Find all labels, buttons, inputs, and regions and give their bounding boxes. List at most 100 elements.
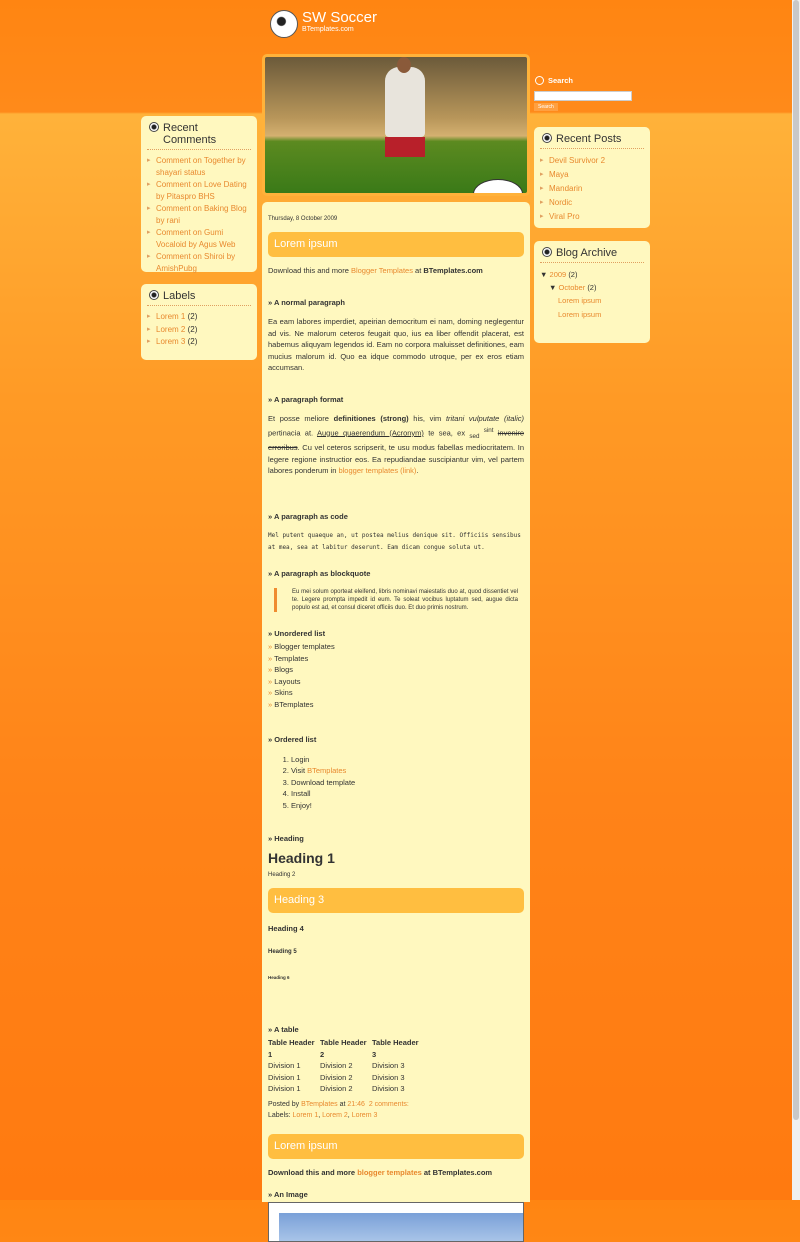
label-link[interactable]: Lorem 2	[322, 1112, 348, 1119]
header-banner-image	[262, 54, 530, 196]
ordered-list: Login Visit BTemplates Download template…	[291, 754, 524, 812]
author-link[interactable]: BTemplates	[301, 1101, 338, 1108]
table-header: Table Header 3	[372, 1038, 419, 1059]
comment-link[interactable]: Comment on Baking Blog by rani	[156, 204, 247, 225]
post-footer: Posted by BTemplates at 21:46 2 comments…	[268, 1100, 409, 1120]
label-link[interactable]: Lorem 2	[156, 325, 185, 334]
section-heading: » Ordered list	[268, 735, 317, 744]
list-item: Lorem 3 (2)	[147, 336, 251, 348]
list-item: Comment on Shiroi by AmishPubg	[147, 251, 251, 274]
search-widget: Search Search	[534, 76, 650, 111]
collapse-toggle-icon[interactable]: ▼	[549, 283, 556, 292]
section-heading: » An Image	[268, 1189, 308, 1199]
archive-post-link[interactable]: Lorem ipsum	[558, 310, 601, 319]
section-heading: » A table	[268, 1024, 299, 1034]
blog-title[interactable]: SW Soccer	[302, 9, 377, 26]
search-input[interactable]	[534, 91, 632, 101]
soccer-ball-icon	[542, 247, 552, 257]
permalink[interactable]: 21:46	[347, 1101, 365, 1108]
comment-link[interactable]: Comment on Shiroi by AmishPubg	[156, 252, 235, 273]
intro-text: Download this and more Blogger Templates…	[268, 266, 483, 275]
heading-1: Heading 1	[268, 849, 335, 866]
comment-link[interactable]: Comment on Together by shayari status	[156, 156, 246, 177]
post-link[interactable]: Mandarin	[549, 184, 582, 193]
post-link[interactable]: Maya	[549, 170, 569, 179]
list-item: Comment on Together by shayari status	[147, 155, 251, 178]
scrollbar[interactable]	[792, 0, 800, 1200]
list-item: BTemplates	[268, 699, 524, 711]
archive-post-link[interactable]: Lorem ipsum	[558, 296, 601, 305]
scrollbar-thumb[interactable]	[793, 0, 799, 1120]
comments-link[interactable]: 2 comments:	[369, 1101, 409, 1108]
archive-year-link[interactable]: 2009	[550, 270, 567, 279]
player-figure	[385, 57, 425, 157]
blockquote: Eu mei solum oporteat eleifend, libris n…	[274, 587, 518, 612]
label-count: (2)	[187, 324, 198, 334]
comment-link[interactable]: Comment on Love Dating by Pitaspro BHS	[156, 180, 247, 201]
list-item: Templates	[268, 653, 524, 665]
label-link[interactable]: Lorem 1	[156, 312, 185, 321]
list-item: Viral Pro	[540, 210, 644, 223]
format-paragraph: Et posse meliore definitiones (strong) h…	[268, 414, 524, 475]
blog-subtitle: BTemplates.com	[302, 26, 354, 33]
blog-header: SW Soccer BTemplates.com	[268, 6, 438, 46]
table-header: Table Header 1	[268, 1038, 315, 1059]
post-date: Thursday, 8 October 2009	[268, 216, 338, 222]
table-row: Division 1 Division 2 Division 3	[268, 1061, 405, 1070]
blogger-templates-link[interactable]: Blogger Templates	[351, 266, 413, 275]
blogger-templates-link[interactable]: blogger templates	[357, 1168, 422, 1177]
list-item: Lorem 1 (2)	[147, 311, 251, 323]
post-image	[268, 1202, 524, 1242]
heading-6: Heading 6	[268, 975, 290, 980]
list-item: Mandarin	[540, 182, 644, 195]
list-item: Comment on Baking Blog by rani	[147, 203, 251, 226]
list-item: Download template	[291, 777, 524, 789]
collapse-toggle-icon[interactable]: ▼	[540, 270, 547, 279]
label-count: (2)	[187, 312, 198, 321]
archive-month-link[interactable]: October	[559, 283, 586, 292]
post-title[interactable]: Lorem ipsum	[268, 1133, 524, 1159]
label-link[interactable]: Lorem 1	[293, 1112, 319, 1119]
label-link[interactable]: Lorem 3	[156, 337, 185, 346]
data-table: Table Header 1 Table Header 2 Table Header…	[268, 1037, 424, 1095]
widget-title: Recent Posts	[556, 133, 622, 145]
heading-5: Heading 5	[268, 948, 297, 955]
list-item: Skins	[268, 687, 524, 699]
section-heading: » Heading	[268, 834, 304, 843]
widget-title: Recent Comments	[163, 122, 217, 146]
table-row: Division 1 Division 2 Division 3	[268, 1072, 405, 1082]
section-heading: » Unordered list	[268, 628, 326, 638]
post-link[interactable]: Viral Pro	[549, 212, 580, 221]
widget-title: Labels	[163, 290, 196, 302]
archive-count: (2)	[568, 270, 578, 279]
btemplates-link[interactable]: BTemplates	[307, 766, 346, 775]
search-button[interactable]: Search	[534, 103, 558, 111]
soccer-ball-icon	[542, 133, 552, 143]
list-item: Login	[291, 754, 524, 766]
list-item: Maya	[540, 168, 644, 181]
section-heading: » A paragraph as code	[268, 511, 348, 521]
section-heading: » A paragraph format	[268, 394, 344, 404]
comment-link[interactable]: Comment on Gumi Vocaloid by Agus Web	[156, 228, 235, 249]
list-item: Devil Survivor 2	[540, 154, 644, 167]
post-link[interactable]: Nordic	[549, 198, 572, 207]
search-label: Search	[534, 76, 650, 85]
soccer-ball-icon	[149, 122, 159, 132]
post-title[interactable]: Lorem ipsum	[268, 231, 524, 257]
intro-text: Download this and more blogger templates…	[268, 1168, 493, 1177]
label-link[interactable]: Lorem 3	[352, 1112, 378, 1119]
list-item: Comment on Gumi Vocaloid by Agus Web	[147, 227, 251, 250]
list-item: Enjoy!	[291, 800, 524, 812]
list-item: Comment on Love Dating by Pitaspro BHS	[147, 179, 251, 202]
widget-title: Blog Archive	[556, 247, 618, 259]
list-item: Install	[291, 788, 524, 800]
recent-comments-widget: Recent Comments Comment on Together by s…	[141, 116, 257, 274]
table-header: Table Header 2	[320, 1038, 367, 1059]
ball-image	[473, 179, 523, 193]
heading-4: Heading 4	[268, 924, 304, 933]
section-heading: » A normal paragraph	[268, 297, 345, 307]
labels-widget: Labels Lorem 1 (2) Lorem 2 (2) Lorem 3 (…	[141, 284, 257, 360]
post-link[interactable]: Devil Survivor 2	[549, 156, 605, 165]
list-item: Lorem 2 (2)	[147, 324, 251, 336]
blogger-templates-link[interactable]: blogger templates (link)	[338, 466, 416, 475]
